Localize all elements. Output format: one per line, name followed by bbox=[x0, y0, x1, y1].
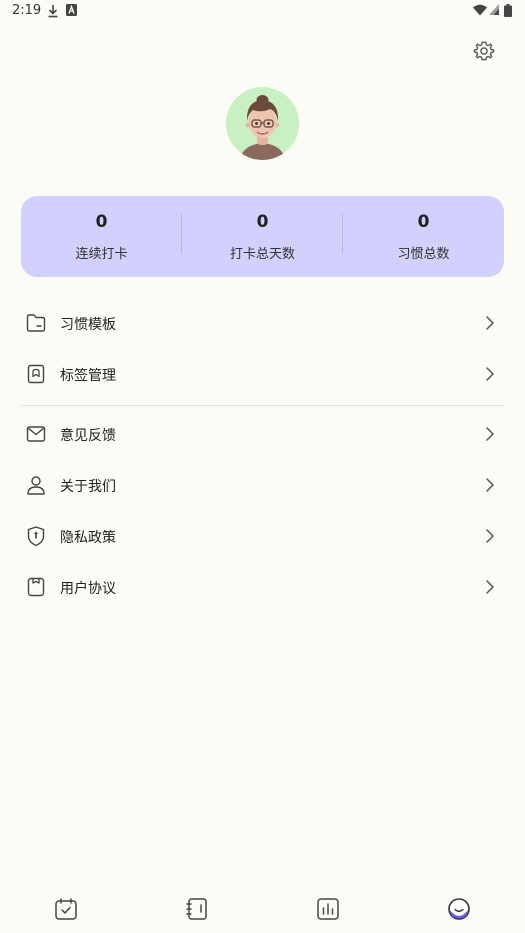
a-badge-icon bbox=[66, 4, 77, 16]
chevron-right-icon bbox=[486, 478, 494, 492]
menu-item-feedback[interactable]: 意见反馈 bbox=[21, 410, 504, 460]
smiley-profile-icon bbox=[448, 898, 470, 920]
menu-label: 标签管理 bbox=[60, 368, 116, 384]
menu-item-user-agreement[interactable]: 用户协议 bbox=[21, 563, 504, 613]
menu-label: 习惯模板 bbox=[60, 317, 116, 333]
person-icon bbox=[27, 476, 45, 495]
nav-notebook[interactable] bbox=[184, 896, 210, 922]
bookmark-tag-icon bbox=[27, 364, 45, 384]
menu-label: 意见反馈 bbox=[60, 428, 116, 444]
menu-divider bbox=[21, 405, 504, 406]
chevron-right-icon bbox=[486, 367, 494, 381]
document-icon bbox=[27, 577, 45, 597]
nav-habits[interactable] bbox=[53, 896, 79, 922]
stat-value: 0 bbox=[256, 212, 269, 232]
avatar-image bbox=[240, 95, 285, 160]
chevron-right-icon bbox=[486, 529, 494, 543]
stats-card: 0 连续打卡 0 打卡总天数 0 习惯总数 bbox=[21, 196, 504, 277]
menu-item-about-us[interactable]: 关于我们 bbox=[21, 461, 504, 511]
mail-icon bbox=[26, 426, 46, 442]
gear-icon bbox=[473, 41, 495, 61]
stat-streak: 0 连续打卡 bbox=[21, 196, 182, 277]
menu-item-habit-templates[interactable]: 习惯模板 bbox=[21, 299, 504, 349]
chevron-right-icon bbox=[486, 427, 494, 441]
status-bar: 2:19 bbox=[0, 0, 525, 24]
calendar-check-icon bbox=[55, 898, 77, 920]
download-icon bbox=[48, 5, 58, 18]
avatar[interactable] bbox=[226, 87, 299, 160]
menu-label: 隐私政策 bbox=[60, 530, 116, 546]
stat-label: 习惯总数 bbox=[397, 247, 450, 262]
nav-profile[interactable] bbox=[446, 896, 472, 922]
wifi-icon bbox=[473, 4, 487, 16]
status-time: 2:19 bbox=[12, 3, 42, 18]
battery-icon bbox=[504, 4, 512, 17]
menu-label: 关于我们 bbox=[60, 479, 116, 495]
shield-icon bbox=[27, 526, 45, 547]
stat-label: 打卡总天数 bbox=[229, 247, 295, 262]
nav-statistics[interactable] bbox=[315, 896, 341, 922]
stat-value: 0 bbox=[417, 212, 430, 232]
cellular-signal-icon bbox=[489, 4, 499, 15]
stat-value: 0 bbox=[95, 212, 108, 232]
chevron-right-icon bbox=[486, 580, 494, 594]
menu-item-privacy-policy[interactable]: 隐私政策 bbox=[21, 512, 504, 562]
stat-habit-count: 0 习惯总数 bbox=[343, 196, 504, 277]
bottom-nav bbox=[0, 885, 525, 933]
folder-icon bbox=[26, 314, 46, 332]
menu-label: 用户协议 bbox=[60, 581, 116, 597]
bar-chart-icon bbox=[317, 898, 339, 920]
notebook-icon bbox=[186, 898, 207, 920]
chevron-right-icon bbox=[486, 316, 494, 330]
menu-item-tag-management[interactable]: 标签管理 bbox=[21, 350, 504, 400]
stat-total-days: 0 打卡总天数 bbox=[182, 196, 343, 277]
stat-label: 连续打卡 bbox=[75, 247, 128, 262]
settings-button[interactable] bbox=[470, 37, 498, 65]
